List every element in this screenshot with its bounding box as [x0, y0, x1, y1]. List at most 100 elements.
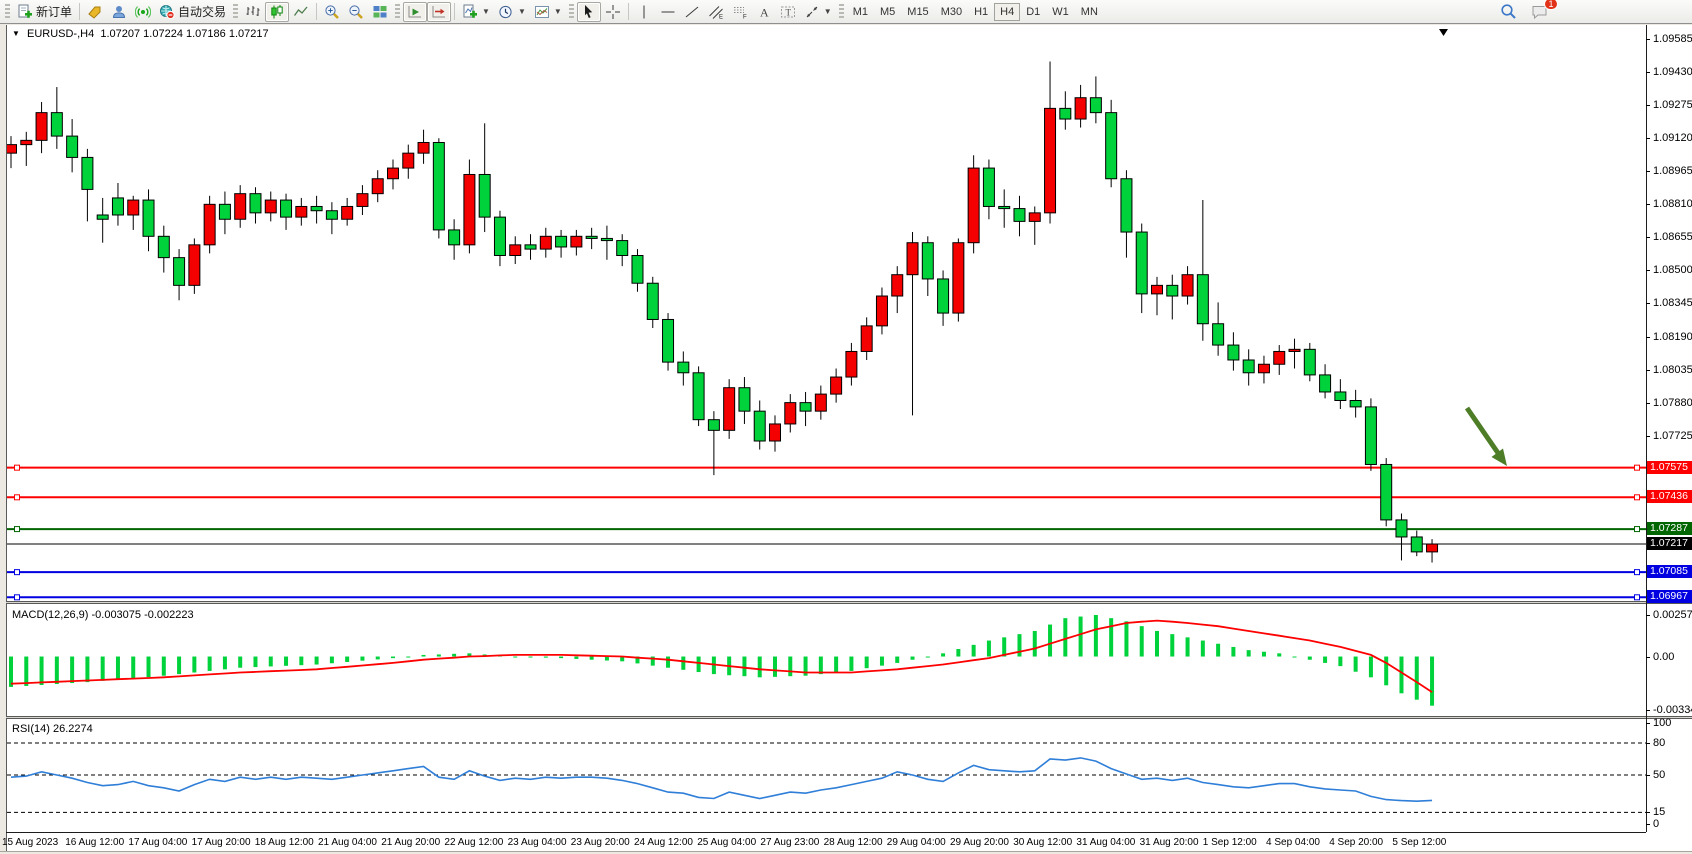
- toolbar-grip[interactable]: [395, 4, 400, 20]
- price-axis-label: 1.08500: [1653, 264, 1692, 276]
- symbol-period: EURUSD-,H4: [27, 28, 94, 40]
- macd-histogram-bar: [238, 657, 242, 668]
- crosshair-button[interactable]: [601, 2, 625, 22]
- svg-text:T: T: [785, 7, 791, 17]
- candle-up: [235, 194, 246, 220]
- text-button[interactable]: A: [752, 2, 776, 22]
- macd-pane[interactable]: [7, 604, 1646, 716]
- timeframe-M1[interactable]: M1: [847, 3, 874, 21]
- date-label[interactable]: 5 Sep 12:00: [1392, 837, 1446, 848]
- vps-button[interactable]: [107, 2, 131, 22]
- fibonacci-button[interactable]: F: [728, 2, 752, 22]
- date-label[interactable]: 21 Aug 04:00: [318, 837, 377, 848]
- timeframe-M5[interactable]: M5: [874, 3, 901, 21]
- line-handle[interactable]: [1635, 495, 1640, 500]
- date-label[interactable]: 25 Aug 04:00: [697, 837, 756, 848]
- macd-histogram-bar: [1231, 647, 1235, 657]
- price-pane[interactable]: [7, 25, 1646, 602]
- periods-button[interactable]: ▼: [494, 2, 530, 22]
- templates-button[interactable]: ▼: [530, 2, 566, 22]
- signals-button[interactable]: [131, 2, 155, 22]
- timeframe-D1[interactable]: D1: [1020, 3, 1046, 21]
- date-label[interactable]: 17 Aug 04:00: [128, 837, 187, 848]
- candle-down: [67, 136, 78, 157]
- algo-trading-icon: [159, 4, 175, 20]
- auto-trading-label: 自动交易: [178, 3, 226, 20]
- equidistant-channel-button[interactable]: E: [704, 2, 728, 22]
- cursor-button[interactable]: [577, 2, 601, 22]
- symbol-dropdown-icon[interactable]: ▼: [12, 29, 20, 38]
- timeframe-H1[interactable]: H1: [968, 3, 994, 21]
- auto-trading-button[interactable]: 自动交易: [155, 2, 230, 22]
- date-label[interactable]: 4 Sep 20:00: [1329, 837, 1383, 848]
- horizontal-line-icon: [660, 4, 676, 20]
- date-label[interactable]: 28 Aug 12:00: [824, 837, 883, 848]
- candlestick-chart-button[interactable]: [265, 2, 289, 22]
- date-label[interactable]: 29 Aug 20:00: [950, 837, 1009, 848]
- line-handle[interactable]: [1635, 570, 1640, 575]
- line-handle[interactable]: [1635, 595, 1640, 600]
- date-label[interactable]: 21 Aug 20:00: [381, 837, 440, 848]
- shapes-arrows-button[interactable]: ▼: [800, 2, 836, 22]
- tile-windows-icon: [372, 4, 388, 20]
- trendline-button[interactable]: [680, 2, 704, 22]
- zoom-in-button[interactable]: [320, 2, 344, 22]
- date-label[interactable]: 31 Aug 20:00: [1140, 837, 1199, 848]
- auto-scroll-button[interactable]: [403, 2, 427, 22]
- toolbar-grip[interactable]: [569, 4, 574, 20]
- new-order-button[interactable]: 新订单: [13, 2, 76, 22]
- date-label[interactable]: 31 Aug 04:00: [1076, 837, 1135, 848]
- price-axis-tick: [1646, 337, 1650, 338]
- line-handle[interactable]: [15, 595, 20, 600]
- notifications-button[interactable]: 1: [1527, 2, 1552, 22]
- down-arrow-annotation[interactable]: [1467, 408, 1498, 453]
- horizontal-line-button[interactable]: [656, 2, 680, 22]
- line-chart-button[interactable]: [289, 2, 313, 22]
- line-handle[interactable]: [15, 527, 20, 532]
- timeframe-M15[interactable]: M15: [901, 3, 934, 21]
- date-label[interactable]: 23 Aug 20:00: [571, 837, 630, 848]
- date-label[interactable]: 30 Aug 12:00: [1013, 837, 1072, 848]
- date-label[interactable]: 29 Aug 04:00: [887, 837, 946, 848]
- line-handle[interactable]: [15, 465, 20, 470]
- timeframe-W1[interactable]: W1: [1046, 3, 1075, 21]
- label-icon: T: [780, 4, 796, 20]
- date-label[interactable]: 4 Sep 04:00: [1266, 837, 1320, 848]
- timeframe-H4[interactable]: H4: [994, 3, 1020, 21]
- bar-chart-button[interactable]: [241, 2, 265, 22]
- date-label[interactable]: 23 Aug 04:00: [508, 837, 567, 848]
- chart-shift-button[interactable]: [427, 2, 451, 22]
- text-label-button[interactable]: T: [776, 2, 800, 22]
- indicators-button[interactable]: ▼: [458, 2, 494, 22]
- date-label[interactable]: 15 Aug 2023: [2, 837, 58, 848]
- date-label[interactable]: 16 Aug 12:00: [65, 837, 124, 848]
- date-label[interactable]: 24 Aug 12:00: [634, 837, 693, 848]
- date-label[interactable]: 18 Aug 12:00: [255, 837, 314, 848]
- macd-histogram-bar: [880, 657, 884, 666]
- level-price-badge: 1.07575: [1647, 461, 1692, 474]
- toolbar-grip[interactable]: [839, 4, 844, 20]
- toolbar-grip[interactable]: [233, 4, 238, 20]
- toolbar-grip[interactable]: [5, 4, 10, 20]
- macd-histogram-bar: [116, 657, 120, 680]
- vertical-line-button[interactable]: [632, 2, 656, 22]
- tile-windows-button[interactable]: [368, 2, 392, 22]
- line-handle[interactable]: [1635, 527, 1640, 532]
- date-label[interactable]: 22 Aug 12:00: [444, 837, 503, 848]
- macd-histogram-bar: [956, 649, 960, 657]
- market-depth-button[interactable]: [83, 2, 107, 22]
- date-label[interactable]: 1 Sep 12:00: [1203, 837, 1257, 848]
- chart-shift-marker[interactable]: [1439, 29, 1448, 36]
- rsi-pane[interactable]: [7, 719, 1646, 832]
- line-handle[interactable]: [1635, 465, 1640, 470]
- timeframe-M30[interactable]: M30: [935, 3, 968, 21]
- search-button[interactable]: [1496, 2, 1521, 22]
- macd-histogram-bar: [330, 657, 334, 664]
- line-handle[interactable]: [15, 495, 20, 500]
- zoom-out-button[interactable]: [344, 2, 368, 22]
- macd-histogram-bar: [422, 655, 426, 657]
- timeframe-MN[interactable]: MN: [1075, 3, 1104, 21]
- date-label[interactable]: 17 Aug 20:00: [192, 837, 251, 848]
- line-handle[interactable]: [15, 570, 20, 575]
- date-label[interactable]: 27 Aug 23:00: [760, 837, 819, 848]
